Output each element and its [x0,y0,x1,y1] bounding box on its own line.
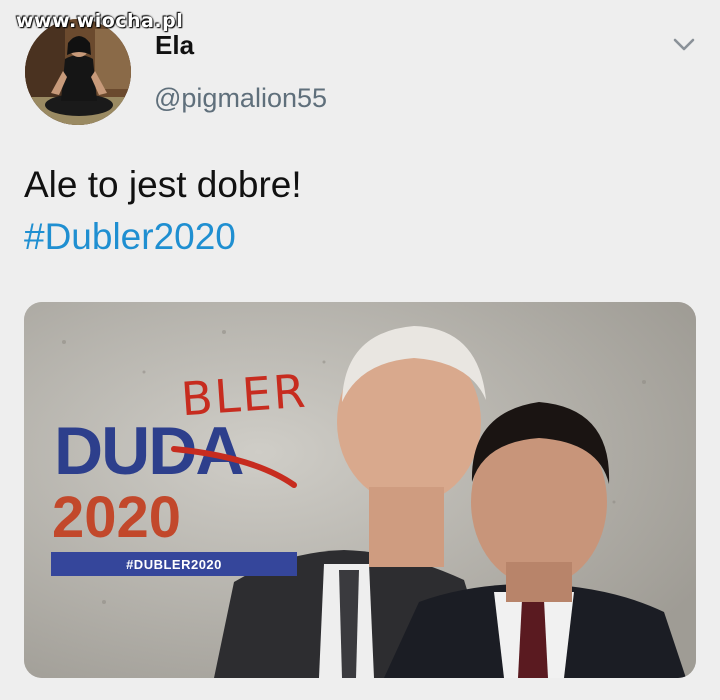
tweet-media[interactable]: DUDA BLER 2020 #DUBLER2020 [24,302,696,678]
poster-year: 2020 [52,485,182,550]
poster-hashtag: #DUBLER2020 [126,556,222,572]
watermark: www.wiocha.pl [16,10,184,32]
avatar[interactable] [25,19,131,125]
chevron-down-icon[interactable] [672,36,696,54]
hashtag-link[interactable]: #Dubler2020 [24,213,236,261]
user-name[interactable]: Ela [155,30,194,61]
poster-hashtag-bar: #DUBLER2020 [51,552,297,576]
strike-line [171,446,297,488]
tweet-text: Ale to jest dobre! [24,164,302,205]
poster-overwrite: BLER [179,363,309,427]
user-handle[interactable]: @pigmalion55 [154,83,327,114]
avatar-image [25,19,131,125]
